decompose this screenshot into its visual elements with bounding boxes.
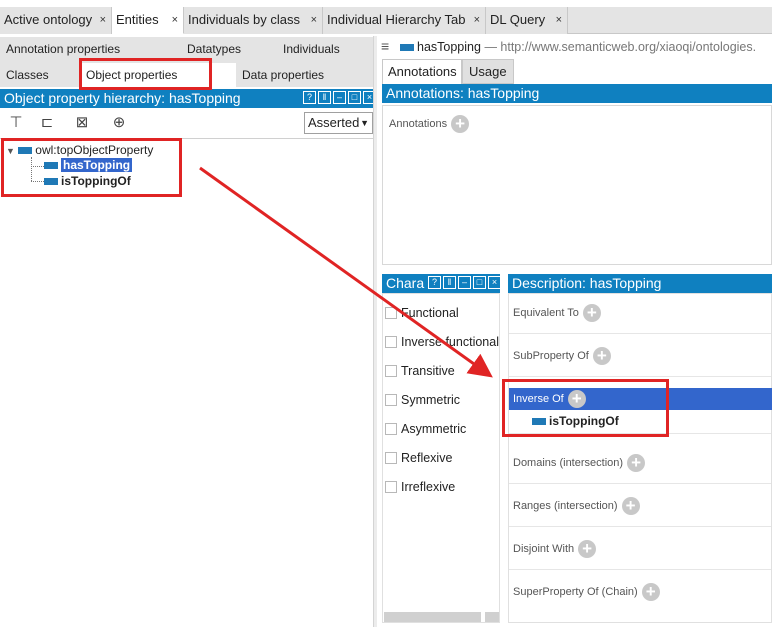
red-arrow	[199, 166, 493, 378]
arrow-line	[199, 166, 493, 378]
